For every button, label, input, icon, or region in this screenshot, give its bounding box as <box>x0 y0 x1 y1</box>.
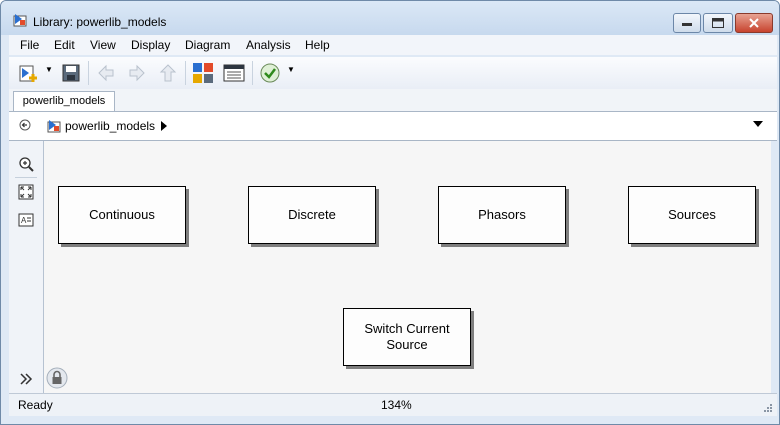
hide-show-browser-icon[interactable] <box>19 119 31 131</box>
menu-edit[interactable]: Edit <box>52 38 77 52</box>
annotation-icon[interactable]: A <box>17 211 35 229</box>
fit-to-view-icon[interactable] <box>17 183 35 201</box>
app-window: Library: powerlib_models File Edit View … <box>0 0 780 425</box>
menu-analysis[interactable]: Analysis <box>244 38 293 52</box>
save-icon[interactable] <box>60 62 82 84</box>
new-model-icon[interactable] <box>18 62 40 84</box>
menu-help[interactable]: Help <box>303 38 332 52</box>
tab-powerlib-models[interactable]: powerlib_models <box>13 91 115 111</box>
address-dropdown-icon[interactable] <box>753 121 763 127</box>
block-label: Sources <box>668 207 716 222</box>
block-phasors[interactable]: Phasors <box>438 186 566 244</box>
menu-diagram[interactable]: Diagram <box>183 38 232 52</box>
zoom-in-icon[interactable] <box>17 155 35 173</box>
model-explorer-icon[interactable] <box>223 62 245 84</box>
model-path-field[interactable]: powerlib_models <box>47 116 771 136</box>
lock-icon[interactable] <box>46 367 68 389</box>
toolbar-separator <box>185 61 186 85</box>
expand-palette-icon[interactable] <box>17 370 35 388</box>
block-label: Switch Current Source <box>364 321 450 352</box>
toolbar-separator <box>88 61 89 85</box>
block-sources[interactable]: Sources <box>628 186 756 244</box>
block-label: Discrete <box>288 207 336 222</box>
back-arrow-icon[interactable] <box>95 62 117 84</box>
check-model-icon[interactable] <box>259 62 281 84</box>
library-model-icon <box>47 120 61 133</box>
block-label: Continuous <box>89 207 155 222</box>
up-arrow-icon[interactable] <box>157 62 179 84</box>
toolbar: ▼ ▼ <box>9 57 777 90</box>
status-text: Ready <box>18 398 53 412</box>
close-button[interactable] <box>735 13 773 33</box>
menu-display[interactable]: Display <box>129 38 172 52</box>
check-dropdown-icon[interactable]: ▼ <box>287 65 295 74</box>
block-discrete[interactable]: Discrete <box>248 186 376 244</box>
tab-strip: powerlib_models <box>9 89 777 112</box>
minimize-button[interactable] <box>673 13 701 33</box>
model-path-text[interactable]: powerlib_models <box>65 119 155 133</box>
close-icon <box>749 18 759 28</box>
diagram-canvas[interactable]: Continuous Discrete Phasors Sources Swit… <box>44 141 771 393</box>
menu-file[interactable]: File <box>18 38 41 52</box>
tool-palette: A <box>9 141 44 393</box>
new-dropdown-icon[interactable]: ▼ <box>45 65 53 74</box>
toolbar-separator <box>252 61 253 85</box>
title-bar[interactable]: Library: powerlib_models <box>1 1 779 35</box>
minimize-icon <box>682 23 692 26</box>
block-label: Phasors <box>478 207 526 222</box>
resize-grip-icon[interactable] <box>763 403 773 413</box>
breadcrumb-arrow-icon[interactable] <box>161 121 167 131</box>
palette-separator <box>15 177 37 178</box>
restore-icon <box>712 18 724 28</box>
menu-bar: File Edit View Display Diagram Analysis … <box>9 35 777 55</box>
maximize-button[interactable] <box>703 13 733 33</box>
window-title: Library: powerlib_models <box>33 15 167 29</box>
status-bar: Ready 134% <box>9 393 777 416</box>
zoom-level[interactable]: 134% <box>381 398 412 412</box>
address-bar: powerlib_models <box>9 112 777 141</box>
svg-text:A: A <box>21 216 27 225</box>
library-browser-icon[interactable] <box>192 62 214 84</box>
block-switch-current-source[interactable]: Switch Current Source <box>343 308 471 366</box>
menu-view[interactable]: View <box>88 38 118 52</box>
simulink-library-icon <box>13 14 27 27</box>
block-continuous[interactable]: Continuous <box>58 186 186 244</box>
forward-arrow-icon[interactable] <box>126 62 148 84</box>
